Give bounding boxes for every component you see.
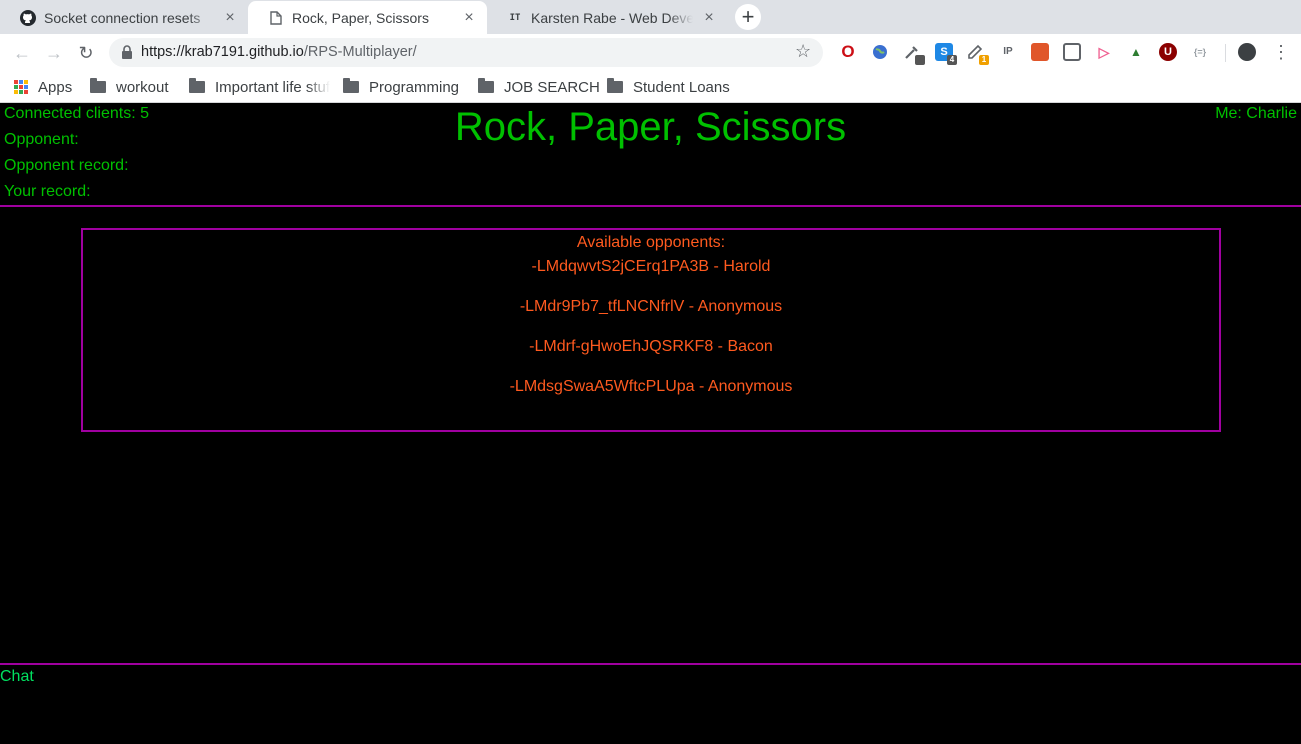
reload-icon[interactable]: ↻ [74,41,98,65]
bookmark-apps[interactable]: Apps [14,76,72,98]
back-icon[interactable]: ← [10,41,34,65]
bookmark-workout[interactable]: workout [90,76,169,98]
connected-clients: Connected clients: 5 [4,105,149,122]
more-menu-icon[interactable]: ⋮ [1272,42,1290,62]
tab-title: Rock, Paper, Scissors [292,9,429,26]
bookmark-label: workout [116,78,169,96]
divider-top [0,205,1301,207]
bookmark-important-life-stuff[interactable]: Important life stuff [189,76,330,98]
tab-socket-connection[interactable]: Socket connection resets × [0,1,248,34]
address-bar[interactable]: https://krab7191.github.io/RPS-Multiplay… [109,38,823,67]
chart-extension-icon[interactable]: ▲ [1127,43,1145,61]
player-name: Me: Charlie [1215,105,1297,122]
eyedropper-icon[interactable] [903,43,925,65]
json-extension-icon[interactable]: {=} [1191,43,1209,61]
orange-extension-icon[interactable] [1031,43,1049,61]
tab-title: Socket connection resets [44,9,201,26]
url-host: https://krab7191.github.io [141,44,304,60]
folder-icon [478,78,494,93]
available-opponents-panel: Available opponents: -LMdqwvtS2jCErq1PA3… [81,228,1221,432]
bookmark-label: Student Loans [633,78,730,96]
bookmark-label: Important life stuff [215,78,330,96]
divider-bottom [0,663,1301,665]
close-icon[interactable]: × [701,9,717,26]
globe-icon[interactable] [871,43,889,61]
bookmark-label: JOB SEARCH [504,78,600,96]
folder-icon [343,78,359,93]
folder-icon [90,78,106,93]
forward-icon[interactable]: → [42,41,66,65]
extension-badge [915,55,925,65]
ublock-icon[interactable]: U [1159,43,1177,61]
close-icon[interactable]: × [461,9,477,26]
url-text: https://krab7191.github.io/RPS-Multiplay… [141,44,417,60]
it-icon: IT [509,12,521,23]
opponent-list-item[interactable]: -LMdqwvtS2jCErq1PA3B - Harold [83,258,1219,276]
opponent-list-item[interactable]: -LMdsgSwaA5WftcPLUpa - Anonymous [83,378,1219,396]
browser-chrome: Socket connection resets × Rock, Paper, … [0,0,1301,103]
opponent-record: Opponent record: [4,157,129,174]
lock-icon [122,45,132,59]
page-title: Rock, Paper, Scissors [454,105,847,149]
bookmarks-bar: Apps workout Important life stuff Progra… [0,72,1301,103]
bulb-icon[interactable] [1063,43,1081,61]
pen-icon[interactable]: 1 [967,43,989,65]
bookmark-student-loans[interactable]: Student Loans [607,76,730,98]
bookmark-programming[interactable]: Programming [343,76,459,98]
arrow-extension-icon[interactable]: ▷ [1095,43,1113,61]
opera-icon[interactable]: O [839,43,857,61]
opponent-label: Opponent: [4,131,79,148]
opponent-list-item[interactable]: -LMdr9Pb7_tfLNCNfrlV - Anonymous [83,298,1219,316]
toolbar: ← → ↻ https://krab7191.github.io/RPS-Mul… [0,34,1301,72]
tab-karsten-rabe[interactable]: IT Karsten Rabe - Web Developer × [487,1,727,34]
bookmark-label: Apps [38,78,73,96]
profile-avatar-icon[interactable] [1238,43,1256,61]
your-record: Your record: [4,183,91,200]
toolbar-divider [1225,44,1226,62]
opponent-list-item[interactable]: -LMdrf-gHwoEhJQSRKF8 - Bacon [83,338,1219,356]
chat-heading: Chat [0,668,34,685]
url-path: /RPS-Multiplayer/ [303,44,417,60]
folder-icon [607,78,623,93]
page-content: Rock, Paper, Scissors Connected clients:… [0,103,1301,744]
bookmark-star-icon[interactable]: ☆ [795,41,811,62]
extension-badge: 1 [979,55,989,65]
tab-title: Karsten Rabe - Web Developer [531,9,693,26]
available-opponents-heading: Available opponents: [576,234,726,251]
ip-lookup-icon[interactable]: IP [999,43,1017,61]
close-icon[interactable]: × [222,9,238,26]
folder-icon [189,78,205,93]
github-icon [20,9,36,26]
page-icon [268,10,284,26]
bookmark-job-search[interactable]: JOB SEARCH [478,76,600,98]
tab-strip: Socket connection resets × Rock, Paper, … [0,0,1301,34]
s-extension-icon[interactable]: S4 [935,43,957,65]
extension-badge: 4 [947,55,957,65]
bookmark-label: Programming [369,78,460,96]
apps-grid-icon [14,80,28,94]
new-tab-button[interactable]: + [735,4,761,30]
tab-rock-paper-scissors[interactable]: Rock, Paper, Scissors × [248,1,487,34]
